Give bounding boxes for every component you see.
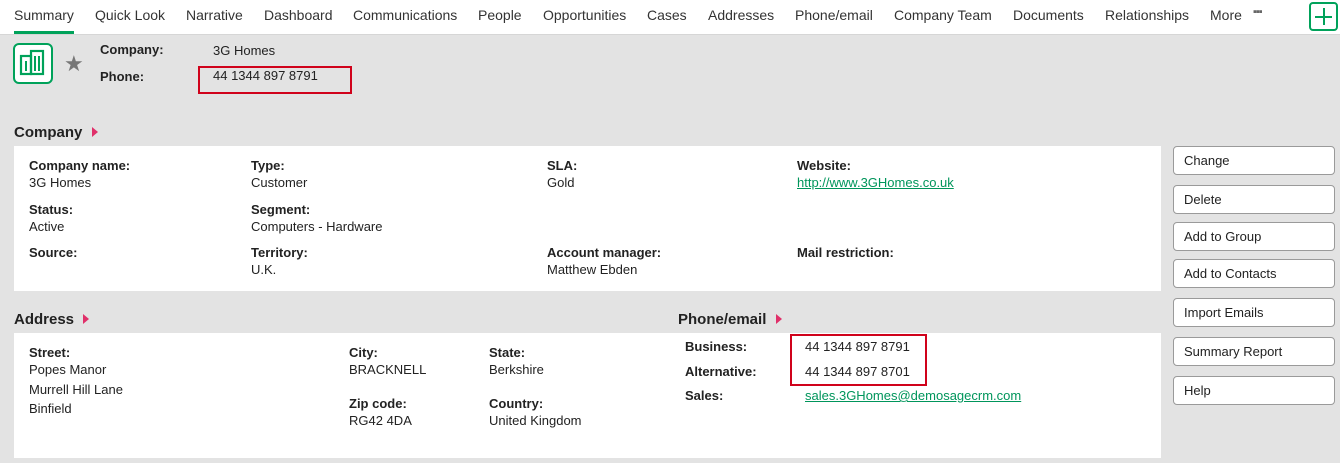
tab-opportunities[interactable]: Opportunities	[543, 0, 626, 34]
street-line-3: Binfield	[29, 401, 72, 416]
tab-summary[interactable]: Summary	[14, 0, 74, 34]
website-label: Website:	[797, 158, 851, 173]
company-icon	[13, 43, 53, 84]
import-emails-button[interactable]: Import Emails	[1173, 298, 1335, 327]
address-expand-arrow-icon[interactable]	[83, 314, 89, 324]
header-company-value: 3G Homes	[213, 43, 276, 58]
summary-report-button[interactable]: Summary Report	[1173, 337, 1335, 366]
mail-restriction-label: Mail restriction:	[797, 245, 894, 260]
company-name-label: Company name:	[29, 158, 131, 173]
company-name-value: 3G Homes	[29, 175, 92, 190]
street-label: Street:	[29, 345, 71, 360]
country-value: United Kingdom	[489, 413, 582, 428]
segment-label: Segment:	[251, 202, 311, 217]
tab-phone-email[interactable]: Phone/email	[795, 0, 873, 34]
change-button[interactable]: Change	[1173, 146, 1335, 175]
header-phone-label: Phone:	[100, 69, 145, 84]
company-expand-arrow-icon[interactable]	[92, 127, 98, 137]
sla-value: Gold	[547, 175, 575, 190]
tab-relationships[interactable]: Relationships	[1105, 0, 1189, 34]
help-button[interactable]: Help	[1173, 376, 1335, 405]
account-manager-value: Matthew Ebden	[547, 262, 638, 277]
phone-email-expand-arrow-icon[interactable]	[776, 314, 782, 324]
phone-email-section-title: Phone/email	[678, 311, 767, 328]
tab-people[interactable]: People	[478, 0, 522, 34]
tab-more[interactable]: More	[1210, 0, 1242, 34]
status-value: Active	[29, 219, 65, 234]
website-link[interactable]: http://www.3GHomes.co.uk	[797, 175, 954, 190]
tab-dashboard[interactable]: Dashboard	[264, 0, 333, 34]
phone-numbers-highlight-box	[790, 334, 927, 386]
zip-label: Zip code:	[349, 396, 407, 411]
address-section-title: Address	[14, 311, 75, 328]
segment-value: Computers - Hardware	[251, 219, 383, 234]
sla-label: SLA:	[547, 158, 578, 173]
header-company-label: Company:	[100, 42, 164, 57]
company-panel: Company name: 3G Homes Type: Customer SL…	[14, 146, 1161, 291]
city-value: BRACKNELL	[349, 362, 427, 377]
city-label: City:	[349, 345, 378, 360]
type-label: Type:	[251, 158, 285, 173]
business-phone-label: Business:	[685, 339, 748, 354]
company-section-title: Company	[14, 124, 83, 141]
street-line-2: Murrell Hill Lane	[29, 382, 123, 397]
tab-addresses[interactable]: Addresses	[708, 0, 774, 34]
add-to-contacts-button[interactable]: Add to Contacts	[1173, 259, 1335, 288]
sales-email-label: Sales:	[685, 388, 724, 403]
tab-narrative[interactable]: Narrative	[186, 0, 243, 34]
tab-cases[interactable]: Cases	[647, 0, 687, 34]
territory-value: U.K.	[251, 262, 277, 277]
phone-highlight-box	[198, 66, 352, 94]
address-phone-panel: Street: Popes Manor Murrell Hill Lane Bi…	[14, 333, 1161, 458]
add-new-button[interactable]	[1309, 2, 1338, 31]
add-to-group-button[interactable]: Add to Group	[1173, 222, 1335, 251]
delete-button[interactable]: Delete	[1173, 185, 1335, 214]
sales-email-link[interactable]: sales.3GHomes@demosagecrm.com	[805, 388, 1021, 403]
tab-company-team[interactable]: Company Team	[894, 0, 992, 34]
territory-label: Territory:	[251, 245, 308, 260]
zip-value: RG42 4DA	[349, 413, 412, 428]
alternative-phone-label: Alternative:	[685, 364, 757, 379]
type-value: Customer	[251, 175, 308, 190]
tab-documents[interactable]: Documents	[1013, 0, 1084, 34]
more-dots-icon[interactable]: ▪▪▪	[1253, 6, 1263, 18]
state-label: State:	[489, 345, 526, 360]
country-label: Country:	[489, 396, 544, 411]
tab-quick-look[interactable]: Quick Look	[95, 0, 165, 34]
tab-bar: Summary Quick Look Narrative Dashboard C…	[0, 0, 1340, 35]
tab-communications[interactable]: Communications	[353, 0, 457, 34]
account-manager-label: Account manager:	[547, 245, 662, 260]
status-label: Status:	[29, 202, 74, 217]
favorite-star-icon[interactable]: ★	[64, 51, 84, 77]
state-value: Berkshire	[489, 362, 544, 377]
street-line-1: Popes Manor	[29, 362, 107, 377]
source-label: Source:	[29, 245, 78, 260]
